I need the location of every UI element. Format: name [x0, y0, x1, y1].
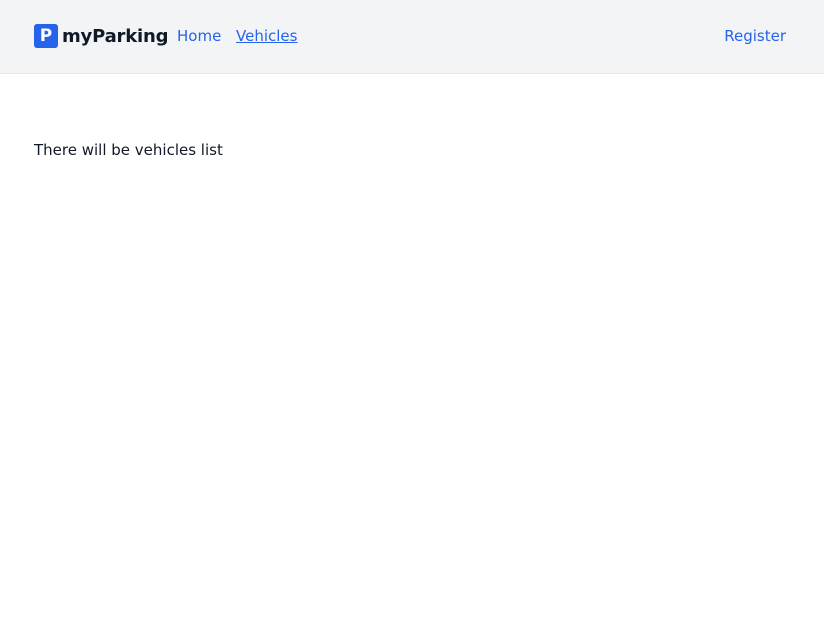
- vehicles-list-placeholder: There will be vehicles list: [34, 141, 223, 159]
- top-navbar: P myParking Home Vehicles Register: [0, 0, 824, 74]
- parking-logo-icon: P: [34, 24, 58, 48]
- nav-link-vehicles[interactable]: Vehicles: [236, 26, 297, 46]
- brand-name: myParking: [62, 25, 169, 47]
- nav-link-home[interactable]: Home: [177, 26, 221, 46]
- brand-link[interactable]: P myParking: [34, 24, 168, 48]
- nav-link-register[interactable]: Register: [724, 26, 786, 46]
